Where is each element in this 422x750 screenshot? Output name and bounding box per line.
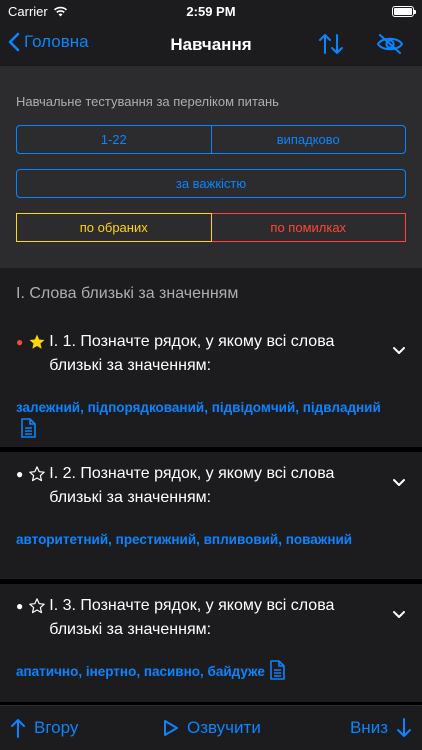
document-icon[interactable] bbox=[269, 660, 285, 680]
difficulty-button[interactable]: за важкістю bbox=[17, 170, 405, 197]
status-dot: ● bbox=[16, 467, 24, 481]
question-text-line-1: I. 1. Позначте рядок, у якому всі слова bbox=[49, 333, 335, 350]
answer-text: залежний, підпорядкований, підвідомчий, … bbox=[16, 398, 391, 440]
question-row: ● I. 2. Позначте рядок, у якому всі слов… bbox=[16, 464, 376, 510]
chevron-down-icon[interactable] bbox=[392, 610, 406, 620]
question-text-line-1: I. 3. Позначте рядок, у якому всі слова bbox=[49, 597, 335, 614]
speak-button[interactable]: Озвучити bbox=[163, 718, 261, 738]
answer-value: авторитетний, престижний, впливовий, пов… bbox=[16, 532, 353, 547]
question-text: I. 3. Позначте рядок, у якому всі слова … bbox=[49, 594, 334, 642]
arrow-down-icon bbox=[397, 718, 411, 737]
order-segmented-control: 1-22 випадково bbox=[16, 125, 406, 154]
navigation-bar: Головна Навчання bbox=[0, 24, 422, 66]
battery-icon bbox=[392, 6, 416, 17]
scroll-down-button[interactable]: Вниз bbox=[350, 718, 412, 738]
question-item[interactable]: ● I. 1. Позначте рядок, у якому всі слов… bbox=[0, 320, 422, 447]
play-icon bbox=[164, 720, 178, 736]
question-text: I. 1. Позначте рядок, у якому всі слова … bbox=[49, 330, 334, 378]
question-text-line-2: близькі за значенням: bbox=[49, 357, 212, 374]
scroll-up-button[interactable]: Вгору bbox=[10, 718, 78, 738]
section-title: I. Слова близькі за значенням bbox=[16, 285, 239, 302]
errors-button[interactable]: по помилках bbox=[211, 213, 406, 242]
speak-label: Озвучити bbox=[187, 718, 261, 737]
chevron-down-icon[interactable] bbox=[392, 346, 406, 356]
status-bar: Carrier 2:59 PM bbox=[0, 0, 422, 24]
filter-panel: Навчальне тестування за переліком питань… bbox=[0, 66, 422, 268]
sort-icon[interactable] bbox=[318, 32, 344, 56]
question-text-line-1: I. 2. Позначте рядок, у якому всі слова bbox=[49, 465, 335, 482]
scroll-up-label: Вгору bbox=[34, 718, 79, 737]
document-icon[interactable] bbox=[20, 418, 36, 438]
status-dot: ● bbox=[16, 335, 24, 349]
favorites-button[interactable]: по обраних bbox=[16, 213, 212, 242]
answer-text: апатично, інертно, пасивно, байдуже bbox=[16, 660, 391, 682]
star-outline-icon[interactable] bbox=[28, 465, 46, 483]
question-text-line-2: близькі за значенням: bbox=[49, 489, 212, 506]
marks-segmented-control: по обраних по помилках bbox=[16, 213, 406, 242]
filter-description: Навчальне тестування за переліком питань bbox=[16, 94, 279, 109]
bottom-toolbar: Вгору Озвучити Вниз bbox=[0, 705, 422, 750]
question-text: I. 2. Позначте рядок, у якому всі слова … bbox=[49, 462, 334, 510]
answer-text: авторитетний, престижний, впливовий, пов… bbox=[16, 530, 391, 550]
question-item[interactable]: ● I. 3. Позначте рядок, у якому всі слов… bbox=[0, 584, 422, 702]
question-row: ● I. 3. Позначте рядок, у якому всі слов… bbox=[16, 596, 376, 642]
section-header: I. Слова близькі за значенням bbox=[0, 268, 422, 320]
star-filled-icon[interactable] bbox=[28, 333, 46, 351]
arrow-up-icon bbox=[11, 719, 25, 738]
question-text-line-2: близькі за значенням: bbox=[49, 621, 212, 638]
answer-value: апатично, інертно, пасивно, байдуже bbox=[16, 664, 265, 679]
scroll-down-label: Вниз bbox=[349, 718, 388, 737]
answer-value: залежний, підпорядкований, підвідомчий, … bbox=[16, 400, 381, 415]
eye-slash-icon[interactable] bbox=[376, 33, 404, 55]
question-row: ● I. 1. Позначте рядок, у якому всі слов… bbox=[16, 332, 376, 378]
question-item[interactable]: ● I. 2. Позначте рядок, у якому всі слов… bbox=[0, 452, 422, 579]
random-button[interactable]: випадково bbox=[210, 126, 406, 153]
page-title: Навчання bbox=[170, 35, 252, 54]
range-button[interactable]: 1-22 bbox=[17, 126, 211, 153]
status-dot: ● bbox=[16, 599, 24, 613]
star-outline-icon[interactable] bbox=[28, 597, 46, 615]
difficulty-segmented-control: за важкістю bbox=[16, 169, 406, 198]
chevron-down-icon[interactable] bbox=[392, 478, 406, 488]
status-time: 2:59 PM bbox=[186, 4, 236, 19]
